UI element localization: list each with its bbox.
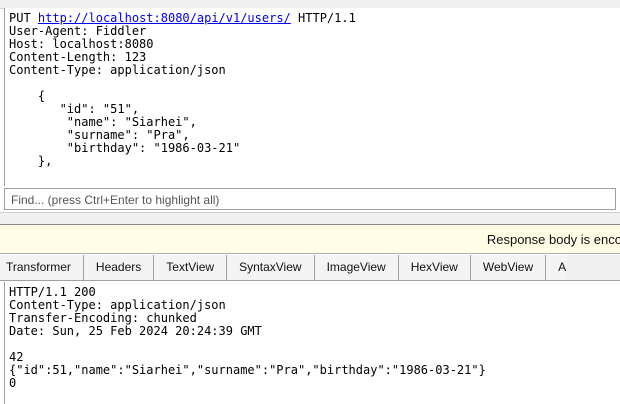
response-tabs: Transformer Headers TextView SyntaxView … (0, 255, 620, 281)
request-method: PUT (9, 11, 31, 25)
tab-truncated[interactable]: A (546, 255, 567, 280)
response-encoded-notice-bar[interactable]: Response body is enco (0, 224, 620, 254)
tab-webview[interactable]: WebView (470, 255, 547, 280)
request-protocol: HTTP/1.1 (298, 11, 356, 25)
tab-headers[interactable]: Headers (83, 255, 155, 280)
response-encoded-notice-text: Response body is enco (486, 232, 620, 247)
tab-syntaxview[interactable]: SyntaxView (227, 255, 315, 280)
tab-textview[interactable]: TextView (154, 255, 228, 280)
response-raw-view[interactable]: HTTP/1.1 200 Content-Type: application/j… (4, 282, 620, 404)
find-input[interactable] (5, 190, 615, 210)
request-url-link[interactable]: http://localhost:8080/api/v1/users/ (38, 11, 291, 25)
request-raw-view[interactable]: PUT http://localhost:8080/api/v1/users/ … (4, 8, 620, 186)
request-headers-body: User-Agent: Fiddler Host: localhost:8080… (9, 24, 241, 168)
tab-imageview[interactable]: ImageView (314, 255, 399, 280)
request-raw-text: PUT http://localhost:8080/api/v1/users/ … (5, 8, 620, 168)
tab-hexview[interactable]: HexView (398, 255, 471, 280)
find-bar (4, 188, 616, 210)
response-raw-text: HTTP/1.1 200 Content-Type: application/j… (9, 285, 486, 390)
tab-transformer[interactable]: Transformer (0, 255, 84, 280)
